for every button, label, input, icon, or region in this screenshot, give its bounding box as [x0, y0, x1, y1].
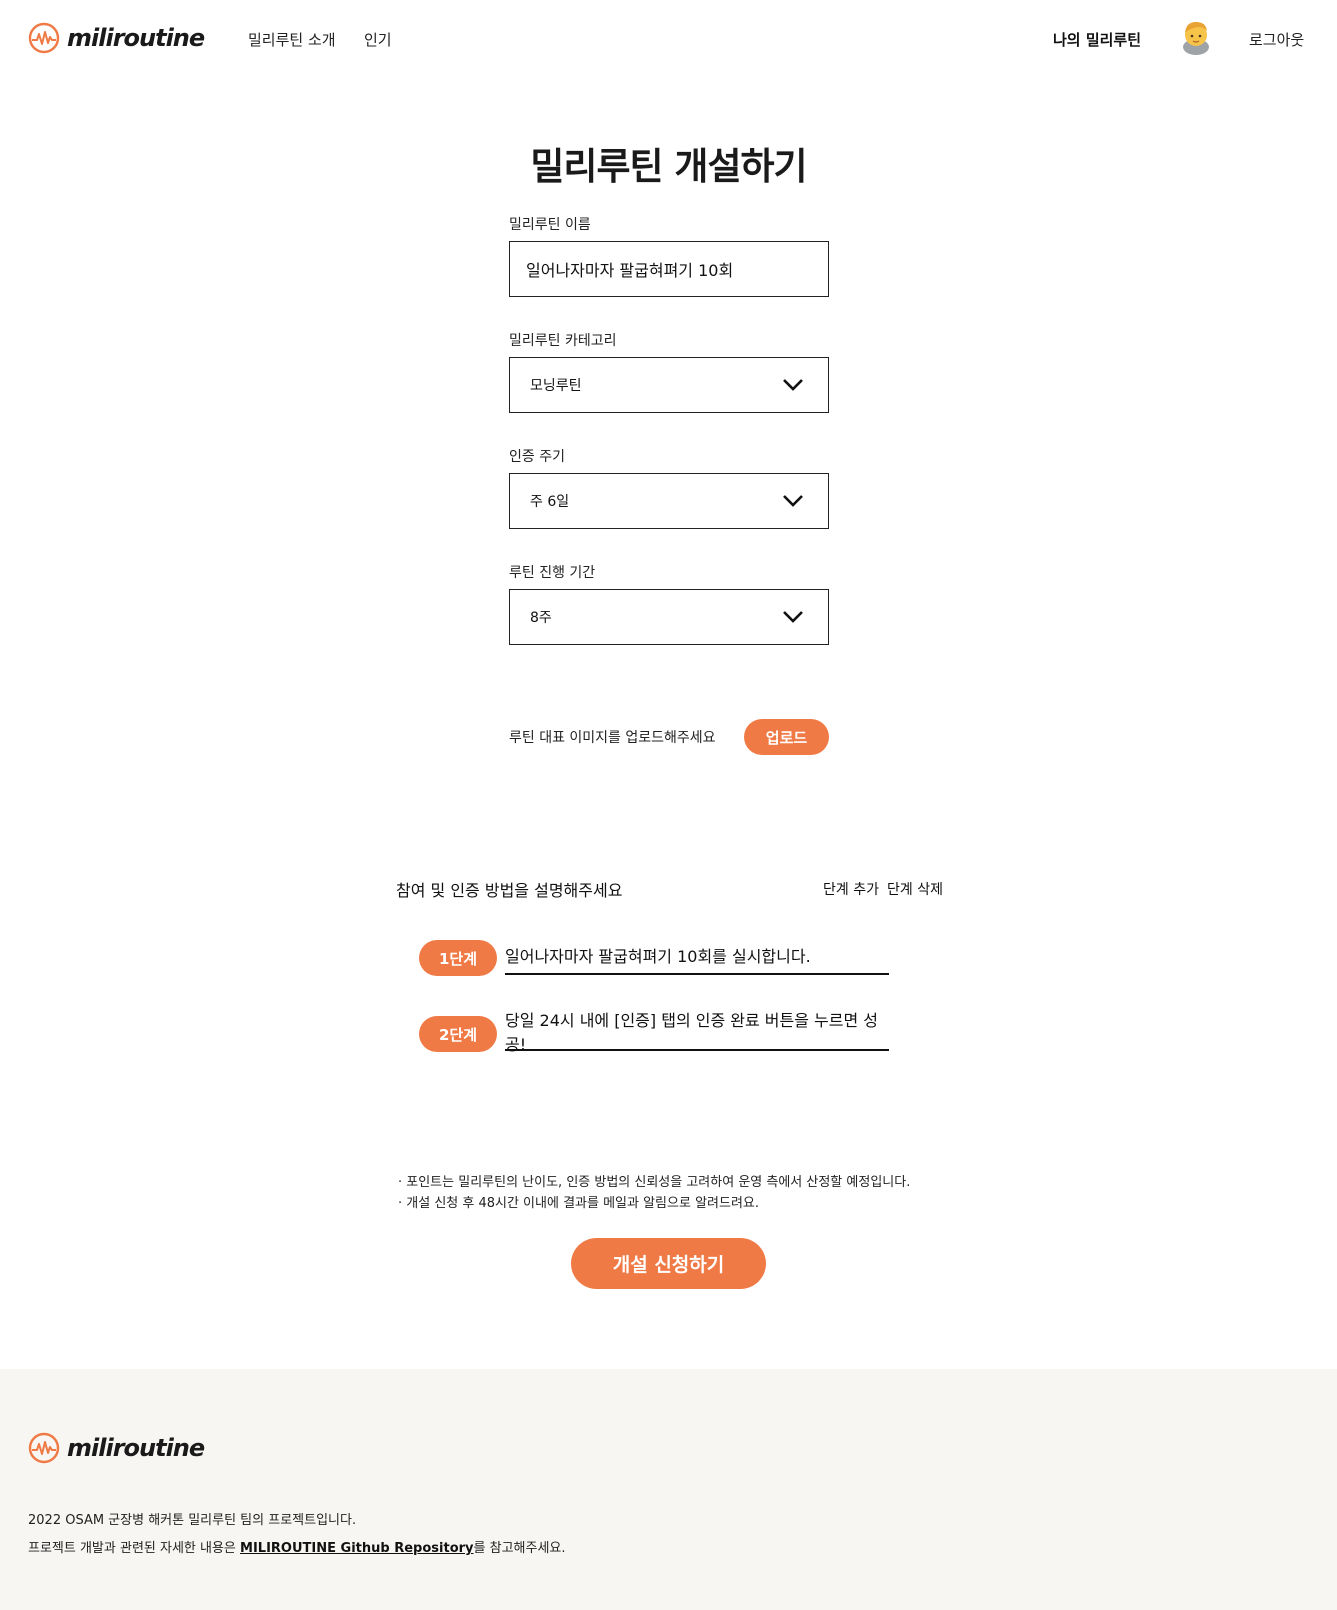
footer-repo-prefix: 프로젝트 개발과 관련된 자세한 내용은 [28, 1541, 241, 1556]
notice-line: · 포인트는 밀리루틴의 난이도, 인증 방법의 신뢰성을 고려하여 운영 측에… [398, 1175, 911, 1190]
cycle-value: 주 6일 [530, 494, 570, 510]
period-label: 루틴 진행 기간 [509, 565, 596, 581]
cycle-select[interactable]: 주 6일 [509, 473, 829, 529]
step-input[interactable]: 일어나자마자 팔굽혀펴기 10회를 실시합니다. [505, 937, 889, 975]
logo-text: miliroutine [67, 24, 205, 52]
step-badge: 1단계 [419, 940, 497, 976]
routine-name-value: 일어나자마자 팔굽혀펴기 10회 [526, 261, 734, 280]
footer-logo[interactable]: miliroutine [28, 1432, 205, 1464]
cycle-label: 인증 주기 [509, 449, 565, 465]
nav-popular[interactable]: 인기 [364, 29, 392, 50]
logo-icon [28, 22, 60, 54]
category-value: 모닝루틴 [530, 378, 582, 394]
header: miliroutine 밀리루틴 소개 인기 나의 밀리루틴 로그아웃 [0, 0, 1337, 80]
notice-line: · 개설 신청 후 48시간 이내에 결과를 메일과 알림으로 알려드려요. [398, 1196, 759, 1211]
step-input[interactable]: 당일 24시 내에 [인증] 탭의 인증 완료 버튼을 누르면 성공! [505, 1011, 889, 1054]
chevron-down-icon [783, 379, 803, 391]
upload-label: 루틴 대표 이미지를 업로드해주세요 [509, 730, 716, 746]
logout-link[interactable]: 로그아웃 [1249, 29, 1304, 50]
nav-my-routine[interactable]: 나의 밀리루틴 [1053, 29, 1141, 50]
logo[interactable]: miliroutine [28, 22, 205, 54]
period-select[interactable]: 8주 [509, 589, 829, 645]
category-label: 밀리루틴 카테고리 [509, 333, 617, 349]
footer-repo-line: 프로젝트 개발과 관련된 자세한 내용은 MILIROUTINE Github … [28, 1537, 566, 1556]
page-title: 밀리루틴 개설하기 [530, 145, 807, 188]
submit-button[interactable]: 개설 신청하기 [571, 1238, 766, 1289]
notice-text: · 포인트는 밀리루틴의 난이도, 인증 방법의 신뢰성을 고려하여 운영 측에… [398, 1172, 910, 1214]
add-step-button[interactable]: 단계 추가 [823, 879, 879, 899]
period-value: 8주 [530, 610, 552, 626]
footer-credit: 2022 OSAM 군장병 해커톤 밀리루틴 팀의 프로젝트입니다. [28, 1513, 357, 1528]
name-label: 밀리루틴 이름 [509, 217, 591, 233]
upload-button[interactable]: 업로드 [744, 719, 829, 755]
nav-intro[interactable]: 밀리루틴 소개 [248, 29, 336, 50]
logo-icon [28, 1432, 60, 1464]
footer-repo-suffix: 를 참고해주세요. [473, 1541, 566, 1556]
steps-title: 참여 및 인증 방법을 설명해주세요 [396, 881, 623, 900]
delete-step-button[interactable]: 단계 삭제 [887, 879, 943, 899]
routine-name-input[interactable]: 일어나자마자 팔굽혀펴기 10회 [509, 241, 829, 297]
chevron-down-icon [783, 611, 803, 623]
category-select[interactable]: 모닝루틴 [509, 357, 829, 413]
step-badge: 2단계 [419, 1016, 497, 1052]
footer: miliroutine 2022 OSAM 군장병 해커톤 밀리루틴 팀의 프로… [0, 1369, 1337, 1610]
avatar-icon[interactable] [1178, 17, 1214, 55]
logo-text: miliroutine [67, 1434, 205, 1462]
chevron-down-icon [783, 495, 803, 507]
github-repo-link[interactable]: MILIROUTINE Github Repository [240, 1541, 473, 1556]
